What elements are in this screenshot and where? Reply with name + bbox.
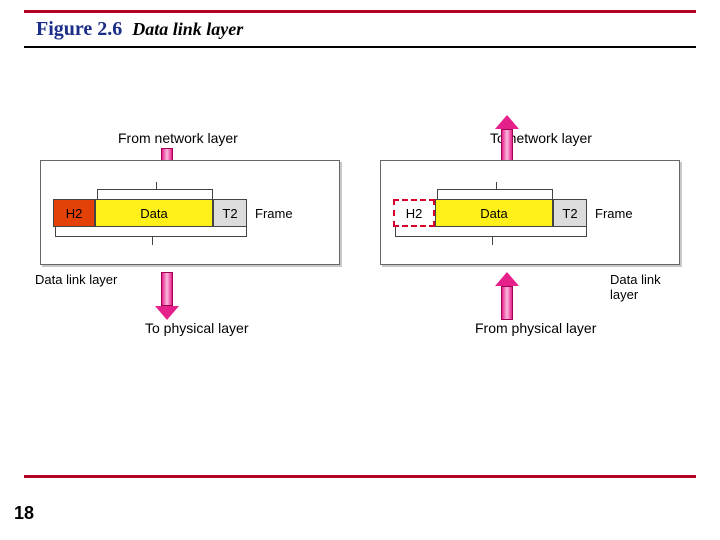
figure-title: Figure 2.6 Data link layer — [36, 18, 243, 41]
label-to-physical-layer: To physical layer — [145, 320, 249, 336]
arrow-up-into-receiver — [495, 272, 519, 320]
frame-data: Data — [435, 199, 553, 227]
bracket-data-top-right — [437, 189, 553, 199]
bottom-rule-red — [24, 475, 696, 478]
figure-number: Figure 2.6 — [36, 18, 122, 41]
page-number: 18 — [14, 503, 34, 524]
bracket-frame-bottom-right — [395, 227, 587, 237]
frame-row-sender: H2 Data T2 Frame — [53, 199, 293, 227]
label-data-link-layer-right: Data link layer — [610, 272, 680, 302]
frame-label-sender: Frame — [255, 206, 293, 221]
frame-trailer-t2: T2 — [213, 199, 247, 227]
frame-trailer-t2: T2 — [553, 199, 587, 227]
frame-row-receiver: H2 Data T2 Frame — [393, 199, 633, 227]
label-from-network-layer: From network layer — [118, 130, 238, 146]
figure-caption: Data link layer — [132, 19, 243, 40]
top-rule-black — [24, 46, 696, 48]
sender-panel: H2 Data T2 Frame — [40, 160, 340, 265]
top-rule-red — [24, 10, 696, 13]
bracket-frame-bottom-left — [55, 227, 247, 237]
frame-header-h2-dashed: H2 — [393, 199, 435, 227]
frame-label-receiver: Frame — [595, 206, 633, 221]
arrow-up-out-receiver — [495, 115, 519, 163]
frame-data: Data — [95, 199, 213, 227]
receiver-panel: H2 Data T2 Frame — [380, 160, 680, 265]
bracket-data-top-left — [97, 189, 213, 199]
label-data-link-layer-left: Data link layer — [35, 272, 117, 287]
diagram-area: From network layer To network layer H2 D… — [40, 100, 680, 440]
frame-header-h2: H2 — [53, 199, 95, 227]
label-from-physical-layer: From physical layer — [475, 320, 596, 336]
arrow-down-out-sender — [155, 272, 179, 320]
